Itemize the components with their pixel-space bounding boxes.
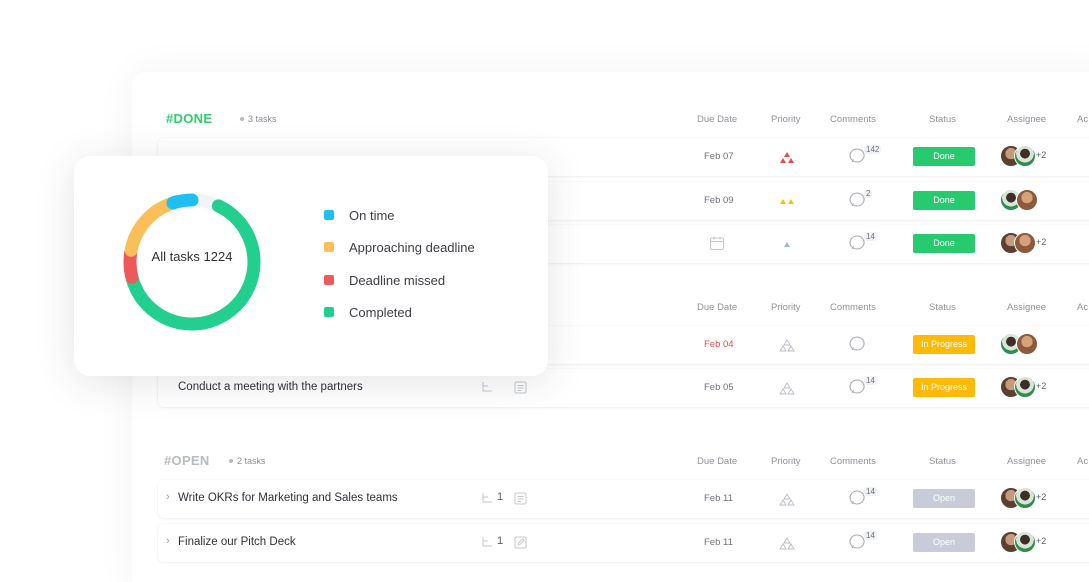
subtask-icon[interactable] bbox=[480, 535, 494, 549]
comment-count: 2 bbox=[864, 189, 873, 198]
assignee-group[interactable]: +2 bbox=[1000, 531, 1080, 555]
extra-assignees-count: +2 bbox=[1036, 381, 1047, 391]
column-header-action[interactable]: Ac bbox=[1077, 114, 1088, 125]
assignee-group[interactable] bbox=[1000, 189, 1080, 213]
due-date[interactable]: Feb 07 bbox=[704, 151, 734, 162]
calendar-icon[interactable] bbox=[709, 235, 725, 251]
column-header-status[interactable]: Status bbox=[929, 456, 956, 467]
task-name[interactable]: Conduct a meeting with the partners bbox=[178, 381, 363, 393]
priority-empty-icon[interactable] bbox=[778, 339, 796, 353]
due-date[interactable]: Feb 11 bbox=[704, 493, 733, 504]
column-header-priority[interactable]: Priority bbox=[771, 456, 801, 467]
column-header-assignee[interactable]: Assignee bbox=[1007, 302, 1046, 313]
subtask-icon[interactable] bbox=[480, 380, 494, 394]
avatar bbox=[1014, 232, 1036, 254]
group-header-open: #OPEN 2 tasks Due Date Priority Comments… bbox=[132, 446, 1089, 476]
chevron-right-icon[interactable]: › bbox=[166, 491, 170, 503]
chevron-right-icon[interactable]: › bbox=[166, 535, 170, 547]
avatar bbox=[1016, 189, 1038, 211]
group-count-done: 3 tasks bbox=[240, 114, 277, 124]
column-header-action[interactable]: Ac bbox=[1077, 302, 1088, 313]
subtask-icon[interactable] bbox=[480, 491, 494, 505]
extra-assignees-count: +2 bbox=[1036, 237, 1047, 247]
group-title-done[interactable]: #DONE bbox=[166, 111, 212, 126]
legend-label: Approaching deadline bbox=[349, 240, 475, 256]
status-badge[interactable]: Open bbox=[913, 489, 975, 508]
legend-swatch bbox=[324, 274, 334, 285]
due-date[interactable]: Feb 09 bbox=[704, 195, 734, 206]
avatar bbox=[1014, 376, 1036, 398]
status-badge[interactable]: Done bbox=[913, 147, 975, 166]
status-badge[interactable]: In Progress bbox=[913, 378, 975, 397]
comment-count: 142 bbox=[864, 145, 882, 154]
status-badge[interactable]: Done bbox=[913, 191, 975, 210]
comment-count: 14 bbox=[864, 487, 877, 496]
priority-empty-icon[interactable] bbox=[778, 382, 796, 396]
priority-medium-icon[interactable] bbox=[778, 195, 796, 209]
comment-count: 14 bbox=[864, 376, 877, 385]
column-header-action[interactable]: Ac bbox=[1077, 456, 1088, 467]
column-header-assignee[interactable]: Assignee bbox=[1007, 114, 1046, 125]
assignee-group[interactable]: +2 bbox=[1000, 376, 1080, 400]
legend-label: Completed bbox=[349, 304, 412, 320]
due-date[interactable]: Feb 05 bbox=[704, 382, 734, 393]
column-header-priority[interactable]: Priority bbox=[771, 302, 801, 313]
column-header-comments[interactable]: Comments bbox=[830, 302, 876, 313]
table-row[interactable]: › Write OKRs for Marketing and Sales tea… bbox=[158, 480, 1089, 518]
priority-low-icon[interactable] bbox=[778, 238, 796, 252]
column-header-due-date[interactable]: Due Date bbox=[697, 114, 737, 125]
avatar bbox=[1016, 333, 1038, 355]
group-title-open[interactable]: #OPEN bbox=[164, 453, 210, 468]
column-header-assignee[interactable]: Assignee bbox=[1007, 456, 1046, 467]
status-badge[interactable]: Done bbox=[913, 234, 975, 253]
avatar bbox=[1014, 145, 1036, 167]
assignee-group[interactable]: +2 bbox=[1000, 232, 1080, 256]
edit-note-icon[interactable] bbox=[514, 536, 527, 549]
comment-count: 14 bbox=[864, 232, 877, 241]
priority-empty-icon[interactable] bbox=[778, 493, 796, 507]
column-header-status[interactable]: Status bbox=[929, 302, 956, 313]
notes-icon[interactable] bbox=[514, 381, 527, 394]
status-badge[interactable]: Open bbox=[913, 533, 975, 552]
priority-high-icon[interactable] bbox=[778, 151, 796, 165]
avatar bbox=[1014, 487, 1036, 509]
donut-center-label: All tasks 1224 bbox=[151, 249, 233, 264]
legend-swatch bbox=[324, 210, 334, 220]
due-date[interactable]: Feb 04 bbox=[704, 339, 734, 350]
column-header-due-date[interactable]: Due Date bbox=[697, 302, 737, 313]
legend-swatch bbox=[324, 306, 334, 317]
comment-icon[interactable] bbox=[848, 335, 866, 353]
task-name[interactable]: Write OKRs for Marketing and Sales teams bbox=[178, 492, 398, 504]
legend-swatch bbox=[324, 242, 334, 253]
priority-empty-icon[interactable] bbox=[778, 537, 796, 551]
group-header-done: #DONE 3 tasks Due Date Priority Comments… bbox=[132, 104, 1089, 134]
legend-label: On time bbox=[349, 208, 395, 223]
due-date[interactable]: Feb 11 bbox=[704, 537, 733, 548]
subtask-count: 1 bbox=[497, 491, 504, 503]
assignee-group[interactable]: +2 bbox=[1000, 487, 1080, 511]
extra-assignees-count: +2 bbox=[1036, 150, 1047, 160]
column-header-priority[interactable]: Priority bbox=[771, 114, 801, 125]
column-header-due-date[interactable]: Due Date bbox=[697, 456, 737, 467]
task-summary-card: All tasks 1224 On time Approaching deadl… bbox=[74, 156, 548, 376]
subtask-count: 1 bbox=[497, 535, 504, 547]
assignee-group[interactable] bbox=[1000, 333, 1080, 357]
assignee-group[interactable]: +2 bbox=[1000, 145, 1080, 169]
table-row[interactable]: › Finalize our Pitch Deck 1 Feb 11 14 Op… bbox=[158, 524, 1089, 562]
avatar bbox=[1014, 531, 1036, 553]
column-header-status[interactable]: Status bbox=[929, 114, 956, 125]
extra-assignees-count: +2 bbox=[1036, 536, 1047, 546]
notes-icon[interactable] bbox=[514, 492, 527, 505]
group-count-open: 2 tasks bbox=[229, 456, 266, 466]
legend-label: Deadline missed bbox=[349, 272, 446, 288]
task-name[interactable]: Finalize our Pitch Deck bbox=[178, 536, 296, 548]
column-header-comments[interactable]: Comments bbox=[830, 114, 876, 125]
status-badge[interactable]: In Progress bbox=[913, 335, 975, 354]
comment-count: 14 bbox=[864, 531, 877, 540]
extra-assignees-count: +2 bbox=[1036, 492, 1047, 502]
column-header-comments[interactable]: Comments bbox=[830, 456, 876, 467]
